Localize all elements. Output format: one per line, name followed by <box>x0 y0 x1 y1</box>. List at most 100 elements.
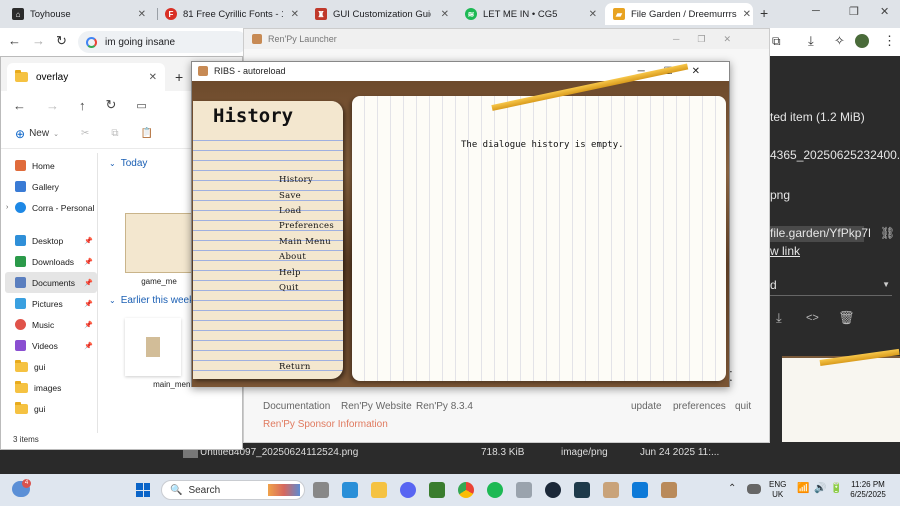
sidebar-item-desktop[interactable]: Desktop 📌 <box>5 230 97 251</box>
file-thumbnail[interactable] <box>125 213 195 273</box>
back-icon[interactable]: ← <box>13 98 26 113</box>
minimize-icon[interactable]: ─ <box>812 5 820 17</box>
language-indicator[interactable]: ENG UK <box>769 480 786 500</box>
browser-tab-toyhouse[interactable]: ⌂ Toyhouse ✕ <box>4 3 154 25</box>
view-link[interactable]: w link <box>770 244 800 258</box>
embed-code-icon[interactable]: <> <box>806 312 819 324</box>
capcut-icon[interactable] <box>574 482 590 498</box>
sponsor-link[interactable]: Ren'Py Sponsor Information <box>263 419 388 430</box>
close-tab-icon[interactable]: ✕ <box>441 9 449 20</box>
pin-icon[interactable]: 📌 <box>84 237 93 245</box>
browser-tab-gui-guide[interactable]: ♜ GUI Customization Guide — R ✕ <box>307 3 457 25</box>
browser-tab-cyrillic-fonts[interactable]: F 81 Free Cyrillic Fonts - 1001 F ✕ <box>157 3 307 25</box>
download-icon[interactable]: ⤓ <box>808 33 814 49</box>
download-file-icon[interactable]: ⤓ <box>776 310 782 326</box>
quit-link[interactable]: quit <box>735 401 751 412</box>
menu-item-main-menu[interactable]: Main Menu <box>279 237 331 247</box>
forward-icon[interactable]: → <box>32 33 45 48</box>
pin-icon[interactable]: 📌 <box>84 258 93 266</box>
update-link[interactable]: update <box>631 401 662 412</box>
steam-icon[interactable] <box>545 482 561 498</box>
sidebar-item-gallery[interactable]: Gallery <box>5 176 97 197</box>
copy-icon[interactable]: ⧉ <box>111 128 118 139</box>
return-button[interactable]: Return <box>279 362 311 372</box>
menu-item-help[interactable]: Help <box>279 268 301 278</box>
close-tab-icon[interactable]: ✕ <box>589 9 597 20</box>
clock[interactable]: 11:26 PM 6/25/2025 <box>846 480 890 500</box>
menu-kebab-icon[interactable]: ⋮ <box>883 33 896 49</box>
restore-icon[interactable]: ❐ <box>849 5 859 18</box>
renpy-taskbar-icon[interactable] <box>661 482 677 498</box>
renpy-website-link[interactable]: Ren'Py Website <box>341 401 412 412</box>
menu-item-load[interactable]: Load <box>279 206 301 216</box>
refresh-icon[interactable]: ↻ <box>106 97 117 113</box>
extensions-icon[interactable]: ✧ <box>834 33 845 49</box>
sidebar-item-music[interactable]: Music 📌 <box>5 314 97 335</box>
package-icon[interactable] <box>516 482 532 498</box>
new-button[interactable]: ⊕ New ⌄ <box>15 127 59 141</box>
paste-icon[interactable]: 📋 <box>140 128 152 139</box>
profile-avatar[interactable] <box>855 34 869 48</box>
menu-item-save[interactable]: Save <box>279 191 301 201</box>
renpy-version-link[interactable]: Ren'Py 8.3.4 <box>416 401 473 412</box>
menu-item-quit[interactable]: Quit <box>279 283 299 293</box>
pin-icon[interactable]: 📌 <box>84 300 93 308</box>
cut-icon[interactable]: ✂ <box>81 128 89 139</box>
delete-icon[interactable]: 🗑 <box>838 310 855 326</box>
explorer-tab[interactable]: overlay ✕ <box>7 63 165 91</box>
pin-icon[interactable]: 📌 <box>84 321 93 329</box>
taskbar-search[interactable]: 🔍 Search <box>161 480 305 500</box>
battery-icon[interactable]: 🔋 <box>830 483 842 494</box>
menu-item-preferences[interactable]: Preferences <box>279 221 334 231</box>
permission-select[interactable]: d ▼ <box>770 278 892 296</box>
volume-icon[interactable]: 🔊 <box>814 483 826 494</box>
game-character-icon[interactable] <box>603 482 619 498</box>
menu-item-about[interactable]: About <box>279 252 306 262</box>
sidebar-item-gui-2[interactable]: gui <box>5 398 97 419</box>
sidebar-item-home[interactable]: Home <box>5 155 97 176</box>
documentation-link[interactable]: Documentation <box>263 401 330 412</box>
task-view-icon[interactable] <box>313 482 329 498</box>
spotify-icon[interactable] <box>487 482 503 498</box>
sidebar-item-documents[interactable]: Documents 📌 <box>5 272 97 293</box>
vscode-icon[interactable] <box>632 482 648 498</box>
wifi-icon[interactable]: 📶 <box>797 483 809 494</box>
file-thumbnail[interactable] <box>125 318 181 376</box>
new-tab-icon[interactable]: + <box>175 69 183 85</box>
sidebar-item-pictures[interactable]: Pictures 📌 <box>5 293 97 314</box>
preferences-link[interactable]: preferences <box>673 401 726 412</box>
share-url-field[interactable]: file.garden/YfPkp7l <box>770 226 871 242</box>
discord-icon[interactable] <box>400 482 416 498</box>
close-tab-icon[interactable]: ✕ <box>138 9 146 20</box>
sidebar-item-images[interactable]: images <box>5 377 97 398</box>
link-icon[interactable]: ⛓ <box>880 226 895 240</box>
close-tab-icon[interactable]: ✕ <box>291 9 299 20</box>
window-controls[interactable]: ─❐✕ <box>673 34 749 45</box>
close-tab-icon[interactable]: ✕ <box>743 9 751 20</box>
close-tab-icon[interactable]: ✕ <box>149 72 157 83</box>
browser-tab-let-me-in[interactable]: ≋ LET ME IN • CG5 ✕ <box>457 3 605 25</box>
onedrive-icon[interactable] <box>747 484 761 494</box>
chevron-up-icon[interactable]: ⌃ <box>728 483 736 494</box>
chevron-right-icon[interactable]: › <box>6 204 8 211</box>
notepad-icon[interactable] <box>342 482 358 498</box>
sidebar-item-onedrive[interactable]: › Corra - Personal <box>5 197 97 218</box>
sidebar-item-videos[interactable]: Videos 📌 <box>5 335 97 356</box>
sidebar-item-downloads[interactable]: Downloads 📌 <box>5 251 97 272</box>
up-icon[interactable]: ↑ <box>79 98 86 113</box>
close-window-icon[interactable]: ✕ <box>880 5 889 18</box>
pin-icon[interactable]: 📌 <box>84 342 93 350</box>
omnibox[interactable]: im going insane <box>78 31 248 53</box>
minecraft-icon[interactable] <box>429 482 445 498</box>
this-pc-icon[interactable]: ▭ <box>136 99 146 112</box>
start-icon[interactable] <box>136 483 150 497</box>
browser-tab-file-garden[interactable]: ▰ File Garden / Dreemurrrs ✕ <box>605 3 753 25</box>
chrome-icon[interactable] <box>458 482 474 498</box>
pin-icon[interactable]: 📌 <box>84 279 93 287</box>
forward-icon[interactable]: → <box>46 98 59 113</box>
screenshot-icon[interactable]: ⧉ <box>772 34 781 49</box>
file-explorer-icon[interactable] <box>371 482 387 498</box>
new-tab-button[interactable]: + <box>760 5 768 21</box>
reload-icon[interactable]: ↻ <box>56 33 67 49</box>
menu-item-history[interactable]: History <box>279 175 313 185</box>
